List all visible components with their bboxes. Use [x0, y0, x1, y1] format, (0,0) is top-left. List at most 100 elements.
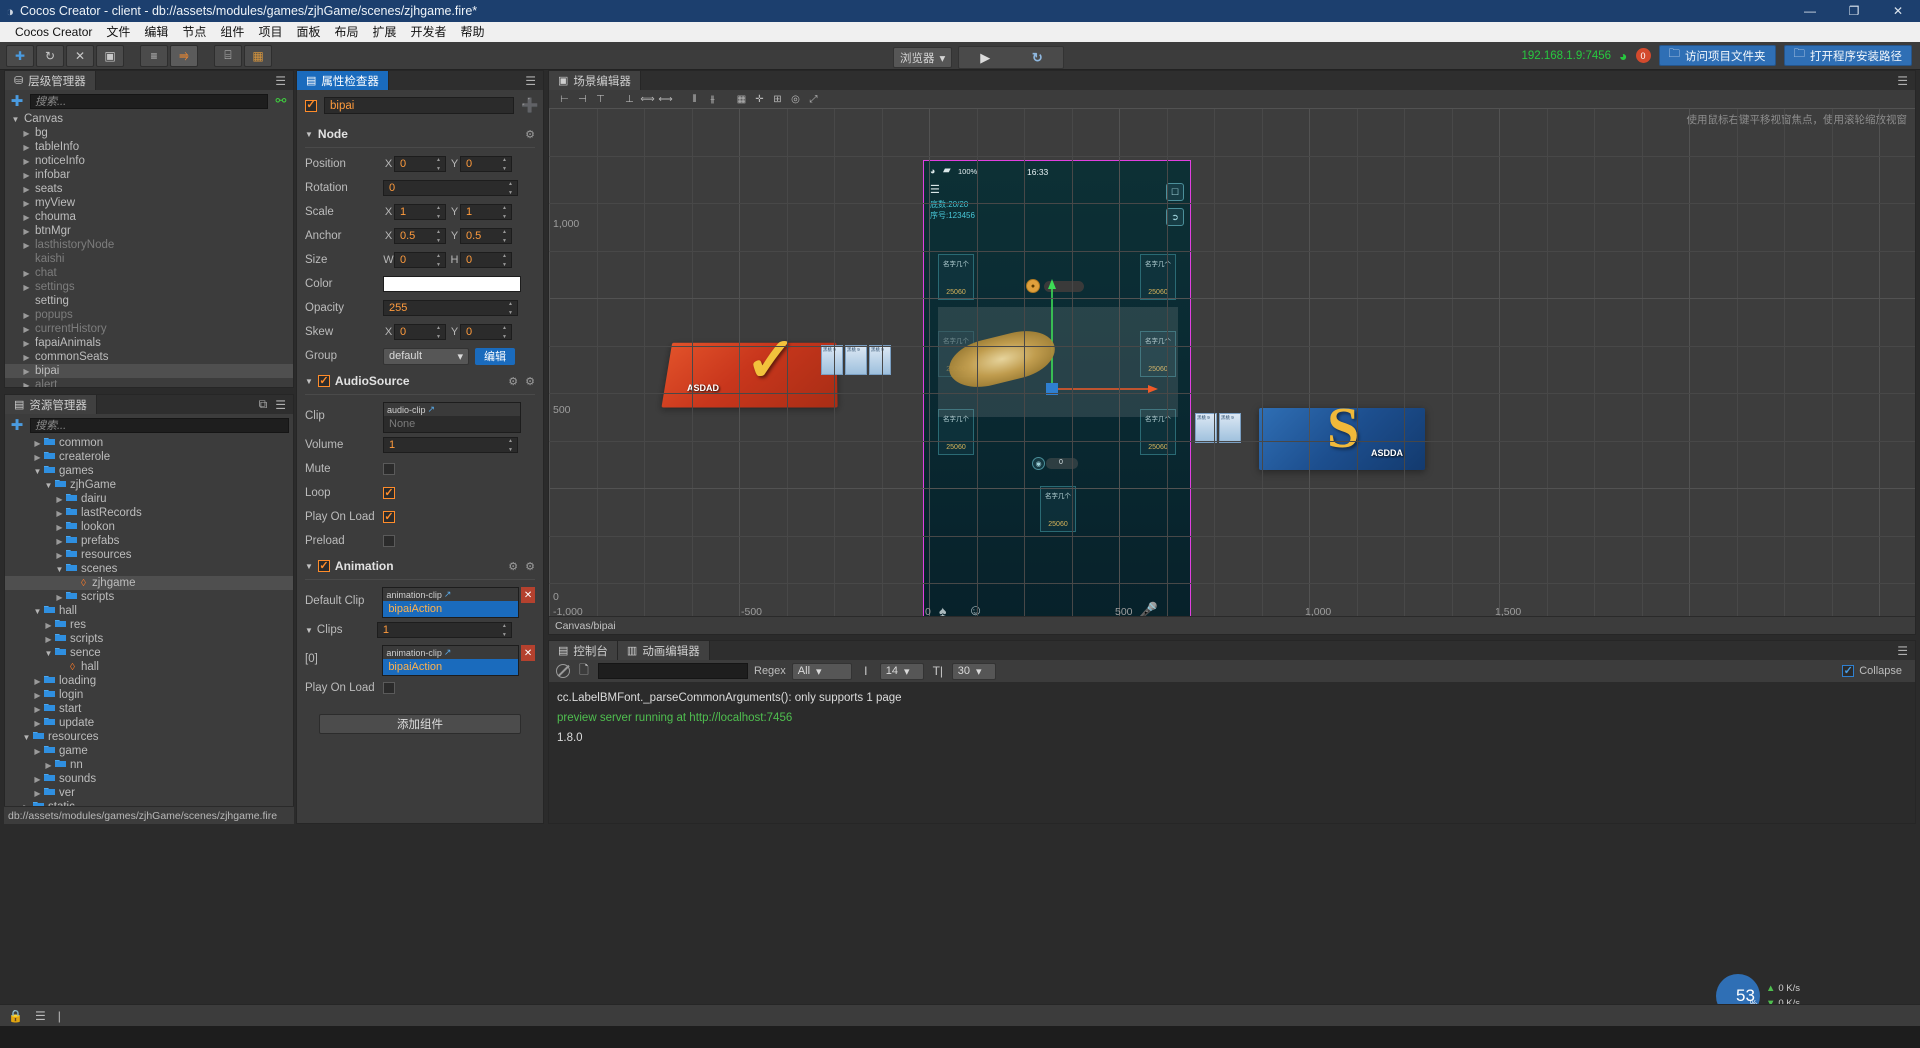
scale-icon[interactable]: ⤢ [806, 92, 821, 106]
asset-item[interactable]: ◊ hall [5, 660, 293, 674]
chevron-right-icon[interactable]: ▶ [31, 705, 44, 714]
align-left-icon[interactable]: ⊢ [557, 92, 572, 106]
minimize-button[interactable]: — [1788, 0, 1832, 22]
hierarchy-item[interactable]: ▶ settings [5, 280, 293, 294]
asset-item[interactable]: ▶ lastRecords [5, 506, 293, 520]
assets-search-input[interactable]: 搜索... [30, 417, 289, 433]
menu-item-0[interactable]: Cocos Creator [8, 22, 99, 42]
chevron-right-icon[interactable]: ▶ [20, 283, 33, 292]
tab-console-1[interactable]: ▥ 动画编辑器 [617, 641, 710, 660]
copy-icon[interactable]: 🗋 [576, 661, 592, 682]
font-size-select[interactable]: 14 ▾ [879, 662, 924, 680]
mute-checkbox[interactable] [383, 463, 395, 475]
chevron-right-icon[interactable]: ▶ [20, 129, 33, 138]
audiosource-enabled-checkbox[interactable]: ✓ [317, 375, 330, 387]
opacity-input[interactable]: 255 ▲ ▼ [383, 300, 518, 316]
exit-icon[interactable]: ➲ [1166, 208, 1184, 226]
game-preview-frame[interactable]: ◕ ▰ 100% 16:33 ☰ 底数:20/20 序号:123456 ☐ ➲ … [923, 160, 1191, 630]
chevron-right-icon[interactable]: ▶ [20, 241, 33, 250]
anchor-y-input[interactable]: 0.5 ▲ ▼ [460, 228, 512, 244]
animation-section-header[interactable]: ▼ ✓ Animation ⚙ ⚙ [297, 553, 543, 577]
hierarchy-item[interactable]: ▶ seats [5, 182, 293, 196]
duplicate-icon[interactable]: ⧉ [259, 397, 268, 412]
hierarchy-item[interactable]: ▼ Canvas [5, 112, 293, 126]
chevron-right-icon[interactable]: ▶ [20, 213, 33, 222]
clips-count-input[interactable]: 1 ▲ ▼ [376, 622, 512, 638]
asset-item[interactable]: ▶ lookon [5, 520, 293, 534]
menu-item-4[interactable]: 组件 [213, 22, 251, 42]
plus-icon[interactable]: ✚ [9, 416, 25, 434]
asset-item[interactable]: ▶ scripts [5, 632, 293, 646]
chevron-right-icon[interactable]: ▶ [53, 523, 66, 532]
rect-tool[interactable]: ▣ [96, 44, 124, 67]
hamburger-icon[interactable]: ☰ [1897, 644, 1908, 658]
asset-item[interactable]: ▶ createrole [5, 450, 293, 464]
move-tool[interactable]: ✚ [6, 44, 34, 67]
stepper-icon[interactable]: ▲ ▼ [436, 206, 444, 220]
hierarchy-item[interactable]: ▶ bipai [5, 364, 293, 378]
chevron-right-icon[interactable]: ▶ [20, 269, 33, 278]
distribute-tool[interactable]: ⌸ [214, 44, 242, 67]
tab-assets[interactable]: ▤ 资源管理器 [5, 395, 97, 414]
chevron-right-icon[interactable]: ▶ [53, 593, 66, 602]
chevron-right-icon[interactable]: ▶ [20, 311, 33, 320]
size-w-input[interactable]: 0 ▲ ▼ [394, 252, 446, 268]
audiosource-section-header[interactable]: ▼ ✓ AudioSource ⚙ ⚙ [297, 368, 543, 392]
chevron-down-icon[interactable]: ▼ [42, 481, 55, 490]
skew-x-input[interactable]: 0 ▲ ▼ [394, 324, 446, 340]
open-project-folder-button[interactable]: 🗀 访问项目文件夹 [1658, 45, 1776, 66]
lock-icon[interactable]: 🔒 [8, 1009, 23, 1023]
chevron-right-icon[interactable]: ▶ [31, 775, 44, 784]
align-center-tool[interactable]: ⥤ [170, 44, 198, 67]
snap-tool[interactable]: ▦ [244, 44, 272, 67]
hierarchy-item[interactable]: ▶ popups [5, 308, 293, 322]
hierarchy-item[interactable]: ▶ currentHistory [5, 322, 293, 336]
size-h-input[interactable]: 0 ▲ ▼ [460, 252, 512, 268]
node-name-input[interactable]: bipai [324, 97, 514, 114]
menu-item-9[interactable]: 开发者 [404, 22, 454, 42]
asset-item[interactable]: ▶ scripts [5, 590, 293, 604]
chevron-right-icon[interactable]: ▶ [31, 747, 44, 756]
chevron-right-icon[interactable]: ▶ [42, 635, 55, 644]
stepper-icon[interactable]: ▲ ▼ [436, 326, 444, 340]
distribute-v-icon[interactable]: ⫵ [705, 92, 720, 106]
chevron-right-icon[interactable]: ▶ [31, 789, 44, 798]
chevron-right-icon[interactable]: ▶ [42, 761, 55, 770]
edit-group-button[interactable]: 编辑 [475, 347, 515, 365]
stepper-icon[interactable]: ▲ ▼ [508, 182, 516, 196]
align-top-icon[interactable]: ⊥ [622, 92, 637, 106]
chevron-right-icon[interactable]: ▶ [31, 691, 44, 700]
stepper-icon[interactable]: ▲ ▼ [436, 254, 444, 268]
menu-item-5[interactable]: 项目 [251, 22, 289, 42]
external-link-icon[interactable]: ↗ [444, 589, 452, 600]
asset-item[interactable]: ▶ update [5, 716, 293, 730]
refresh-icon[interactable]: | [58, 1009, 61, 1023]
menu-item-6[interactable]: 面板 [289, 22, 327, 42]
stepper-icon[interactable]: ▲ ▼ [502, 326, 510, 340]
hierarchy-item[interactable]: setting [5, 294, 293, 308]
chevron-right-icon[interactable]: ▶ [53, 551, 66, 560]
chevron-right-icon[interactable]: ▶ [31, 677, 44, 686]
skew-y-input[interactable]: 0 ▲ ▼ [460, 324, 512, 340]
hamburger-icon[interactable]: ☰ [275, 74, 286, 88]
open-installer-path-button[interactable]: 🗀 打开程序安装路径 [1783, 45, 1912, 66]
hierarchy-item[interactable]: ▶ btnMgr [5, 224, 293, 238]
position-y-input[interactable]: 0 ▲ ▼ [460, 156, 512, 172]
line-height-icon[interactable]: T| [930, 664, 946, 678]
chevron-right-icon[interactable]: ▶ [20, 171, 33, 180]
chevron-right-icon[interactable]: ▶ [20, 185, 33, 194]
hierarchy-item[interactable]: ▶ chat [5, 266, 293, 280]
hamburger-icon[interactable]: ☰ [275, 398, 286, 412]
hierarchy-item[interactable]: ▶ fapaiAnimals [5, 336, 293, 350]
refresh-button[interactable]: ↻ [1011, 47, 1063, 68]
rotate-tool[interactable]: ↻ [36, 44, 64, 67]
position-x-input[interactable]: 0 ▲ ▼ [394, 156, 446, 172]
link-icon[interactable]: ⚯ [273, 93, 289, 109]
help-icon[interactable]: ⚙ [508, 560, 518, 573]
hamburger-icon[interactable]: ☰ [1897, 74, 1908, 88]
chevron-right-icon[interactable]: ▶ [20, 325, 33, 334]
menu-item-10[interactable]: 帮助 [454, 22, 492, 42]
hierarchy-item[interactable]: kaishi [5, 252, 293, 266]
asset-item[interactable]: ▶ common [5, 436, 293, 450]
asset-item[interactable]: ▶ prefabs [5, 534, 293, 548]
